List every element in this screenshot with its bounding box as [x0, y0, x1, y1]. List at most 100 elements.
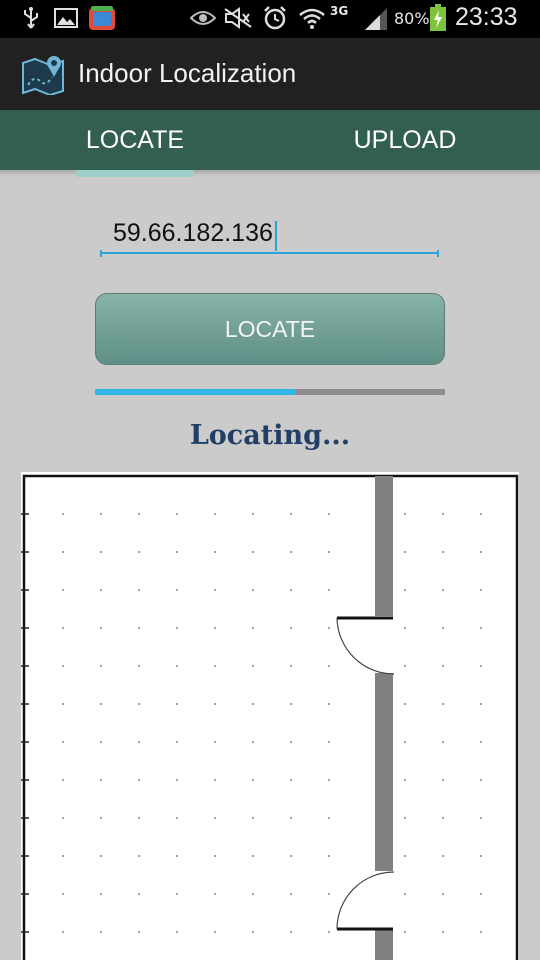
- grid-dot: [442, 627, 444, 629]
- grid-dot: [176, 703, 178, 705]
- battery-charging-icon: [428, 4, 448, 32]
- grid-dot: [290, 627, 292, 629]
- grid-dot: [214, 855, 216, 857]
- floor-plan-svg: [21, 474, 519, 960]
- progress-bar: [95, 389, 445, 395]
- input-underline-tick-left: [100, 250, 102, 257]
- grid-dot: [176, 551, 178, 553]
- grid-dot: [442, 665, 444, 667]
- grid-dot: [100, 931, 102, 933]
- interior-wall: [375, 673, 393, 871]
- grid-dot: [62, 741, 64, 743]
- grid-dot: [252, 513, 254, 515]
- grid-dot: [138, 665, 140, 667]
- grid-dot: [290, 779, 292, 781]
- grid-dot: [176, 779, 178, 781]
- grid-dot: [328, 703, 330, 705]
- grid-dot: [100, 779, 102, 781]
- usb-icon: [20, 6, 42, 30]
- grid-dot: [176, 855, 178, 857]
- grid-dot: [442, 893, 444, 895]
- grid-dot: [138, 931, 140, 933]
- interior-wall: [375, 930, 393, 960]
- grid-dot: [290, 589, 292, 591]
- clock: 23:33: [455, 3, 518, 31]
- network-type-label: 3G: [330, 4, 349, 18]
- grid-dot: [404, 551, 406, 553]
- grid-dot: [442, 855, 444, 857]
- grid-dot: [480, 551, 482, 553]
- tab-upload[interactable]: UPLOAD: [270, 110, 540, 170]
- grid-dot: [404, 703, 406, 705]
- grid-dot: [252, 703, 254, 705]
- grid-dot: [480, 589, 482, 591]
- grid-dot: [252, 741, 254, 743]
- grid-dot: [176, 817, 178, 819]
- grid-dot: [100, 893, 102, 895]
- gallery-icon: [53, 6, 79, 30]
- grid-dot: [480, 513, 482, 515]
- grid-dot: [176, 665, 178, 667]
- grid-dot: [442, 589, 444, 591]
- tab-bar: LOCATE UPLOAD: [0, 110, 540, 170]
- wifi-icon: [297, 6, 327, 30]
- grid-dot: [252, 665, 254, 667]
- grid-dot: [138, 817, 140, 819]
- grid-dot: [214, 931, 216, 933]
- grid-dot: [404, 589, 406, 591]
- grid-dot: [62, 817, 64, 819]
- ip-address-input[interactable]: [101, 214, 439, 254]
- grid-dot: [328, 817, 330, 819]
- grid-dot: [404, 513, 406, 515]
- grid-dot: [176, 741, 178, 743]
- grid-dot: [442, 551, 444, 553]
- grid-dot: [176, 627, 178, 629]
- grid-dot: [480, 779, 482, 781]
- tab-locate[interactable]: LOCATE: [0, 110, 270, 170]
- floor-plan-map[interactable]: [21, 472, 519, 960]
- status-bar: 3G 80% 23:33: [0, 0, 540, 38]
- battery-percent: 80%: [394, 9, 430, 28]
- grid-dot: [100, 665, 102, 667]
- grid-dot: [480, 741, 482, 743]
- grid-dot: [442, 817, 444, 819]
- grid-dot: [138, 779, 140, 781]
- grid-dot: [442, 703, 444, 705]
- grid-dot: [138, 551, 140, 553]
- grid-dot: [404, 779, 406, 781]
- grid-dot: [252, 893, 254, 895]
- grid-dot: [480, 855, 482, 857]
- grid-dot: [100, 589, 102, 591]
- grid-dot: [480, 665, 482, 667]
- grid-dot: [404, 817, 406, 819]
- interior-wall: [375, 476, 393, 616]
- grid-dot: [480, 931, 482, 933]
- grid-dot: [62, 855, 64, 857]
- grid-dot: [214, 513, 216, 515]
- grid-dot: [290, 513, 292, 515]
- grid-dot: [138, 703, 140, 705]
- grid-dot: [328, 627, 330, 629]
- map-icon[interactable]: [20, 53, 66, 97]
- grid-dot: [290, 741, 292, 743]
- eye-icon: [190, 6, 216, 30]
- grid-dot: [176, 931, 178, 933]
- locate-button[interactable]: LOCATE: [95, 293, 445, 365]
- status-text: Locating...: [189, 420, 351, 451]
- grid-dot: [214, 665, 216, 667]
- app-store-icon: [88, 6, 116, 30]
- grid-dot: [100, 817, 102, 819]
- grid-dot: [290, 855, 292, 857]
- grid-dot: [442, 779, 444, 781]
- grid-dot: [252, 855, 254, 857]
- grid-dot: [252, 931, 254, 933]
- grid-dot: [404, 665, 406, 667]
- grid-dot: [176, 589, 178, 591]
- grid-dot: [214, 817, 216, 819]
- grid-dot: [62, 513, 64, 515]
- grid-dot: [62, 779, 64, 781]
- grid-dot: [100, 551, 102, 553]
- grid-dot: [62, 589, 64, 591]
- grid-dot: [100, 855, 102, 857]
- grid-dot: [62, 665, 64, 667]
